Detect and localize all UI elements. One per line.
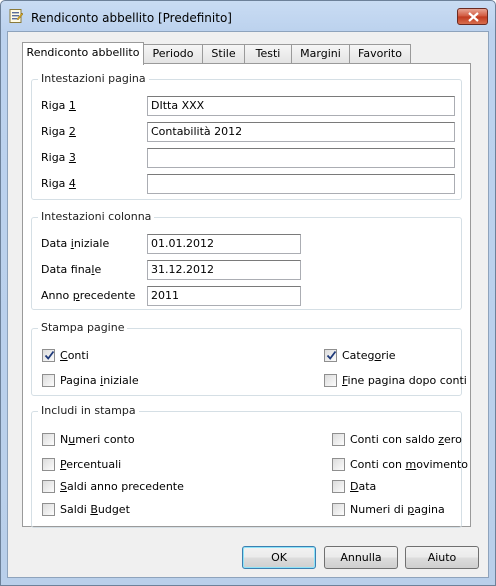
fine-pagina-checkbox[interactable] bbox=[324, 374, 337, 387]
saldo-zero-checkbox[interactable] bbox=[332, 433, 345, 446]
con-movimento-label[interactable]: Conti con movimento bbox=[350, 458, 468, 471]
tab-favorito[interactable]: Favorito bbox=[349, 44, 411, 64]
percentuali-checkbox[interactable] bbox=[42, 458, 55, 471]
report-document-icon bbox=[9, 9, 23, 23]
end-date-field[interactable]: 31.12.2012 bbox=[147, 260, 301, 280]
saldi-anno-precedente-label[interactable]: Saldi anno precedente bbox=[60, 480, 184, 493]
dialog-client-area: Rendiconto abbellito Periodo Stile Testi… bbox=[7, 31, 489, 578]
saldi-budget-label[interactable]: Saldi Budget bbox=[60, 503, 130, 516]
close-icon bbox=[468, 12, 479, 22]
column-headers-group: Intestazioni colonna Data iniziale 01.01… bbox=[31, 210, 462, 310]
checkmark-icon bbox=[326, 350, 337, 360]
include-in-print-group: Includi in stampa Numeri conto Conti con… bbox=[31, 404, 468, 528]
tab-rendiconto-abbellito[interactable]: Rendiconto abbellito bbox=[22, 42, 144, 65]
tab-stile[interactable]: Stile bbox=[202, 44, 245, 64]
tab-testi[interactable]: Testi bbox=[244, 44, 292, 64]
data-label[interactable]: Data bbox=[350, 480, 376, 493]
start-date-field[interactable]: 01.01.2012 bbox=[147, 234, 301, 254]
row-3-field[interactable] bbox=[147, 148, 455, 168]
ok-button[interactable]: OK bbox=[242, 546, 316, 569]
checkmark-icon bbox=[44, 350, 55, 360]
numeri-pagina-label[interactable]: Numeri di pagina bbox=[350, 503, 445, 516]
row-4-field[interactable] bbox=[147, 174, 455, 194]
row-2-label: Riga 2 bbox=[41, 125, 76, 138]
end-date-label: Data finale bbox=[41, 263, 102, 276]
page-headers-group: Intestazioni pagina Riga 1 DItta XXX Rig… bbox=[31, 72, 462, 200]
tab-label: Periodo bbox=[152, 47, 194, 60]
row-2-field[interactable]: Contabilità 2012 bbox=[147, 122, 455, 142]
conti-label[interactable]: Conti bbox=[60, 349, 89, 362]
tab-label: Favorito bbox=[358, 47, 402, 60]
tab-label: Testi bbox=[255, 47, 281, 60]
tab-label: Margini bbox=[300, 47, 341, 60]
row-3-label: Riga 3 bbox=[41, 151, 76, 164]
pagina-iniziale-label[interactable]: Pagina iniziale bbox=[60, 374, 139, 387]
previous-year-label: Anno precedente bbox=[41, 289, 136, 302]
categorie-checkbox[interactable] bbox=[324, 349, 337, 362]
pagina-iniziale-checkbox[interactable] bbox=[42, 374, 55, 387]
categorie-label[interactable]: Categorie bbox=[342, 349, 396, 362]
dialog-window: Rendiconto abbellito [Predefinito] Rendi… bbox=[0, 0, 496, 586]
group-title: Intestazioni colonna bbox=[38, 210, 155, 223]
fine-pagina-label[interactable]: Fine pagina dopo conti bbox=[342, 374, 467, 387]
help-button[interactable]: Aiuto bbox=[405, 546, 479, 569]
print-pages-group: Stampa pagine Conti Categorie Pagina ini… bbox=[31, 321, 467, 396]
tab-label: Stile bbox=[211, 47, 236, 60]
data-checkbox[interactable] bbox=[332, 480, 345, 493]
title-bar[interactable]: Rendiconto abbellito [Predefinito] bbox=[1, 1, 495, 31]
saldi-anno-precedente-checkbox[interactable] bbox=[42, 480, 55, 493]
percentuali-label[interactable]: Percentuali bbox=[60, 458, 121, 471]
saldo-zero-label[interactable]: Conti con saldo zero bbox=[350, 433, 462, 446]
window-title: Rendiconto abbellito [Predefinito] bbox=[31, 11, 232, 25]
tab-margini[interactable]: Margini bbox=[291, 44, 350, 64]
cancel-button[interactable]: Annulla bbox=[324, 546, 398, 569]
numeri-conto-checkbox[interactable] bbox=[42, 433, 55, 446]
row-4-label: Riga 4 bbox=[41, 177, 76, 190]
numeri-conto-label[interactable]: Numeri conto bbox=[60, 433, 135, 446]
group-title: Intestazioni pagina bbox=[38, 72, 149, 85]
tab-panel: Intestazioni pagina Riga 1 DItta XXX Rig… bbox=[22, 63, 471, 528]
row-1-label: Riga 1 bbox=[41, 99, 76, 112]
conti-checkbox[interactable] bbox=[42, 349, 55, 362]
con-movimento-checkbox[interactable] bbox=[332, 458, 345, 471]
saldi-budget-checkbox[interactable] bbox=[42, 503, 55, 516]
tab-label: Rendiconto abbellito bbox=[26, 46, 140, 59]
numeri-pagina-checkbox[interactable] bbox=[332, 503, 345, 516]
group-title: Stampa pagine bbox=[38, 321, 128, 334]
start-date-label: Data iniziale bbox=[41, 237, 110, 250]
group-title: Includi in stampa bbox=[38, 404, 139, 417]
previous-year-field[interactable]: 2011 bbox=[147, 286, 301, 306]
row-1-field[interactable]: DItta XXX bbox=[147, 96, 455, 116]
close-button[interactable] bbox=[457, 8, 488, 25]
tab-periodo[interactable]: Periodo bbox=[143, 44, 203, 64]
